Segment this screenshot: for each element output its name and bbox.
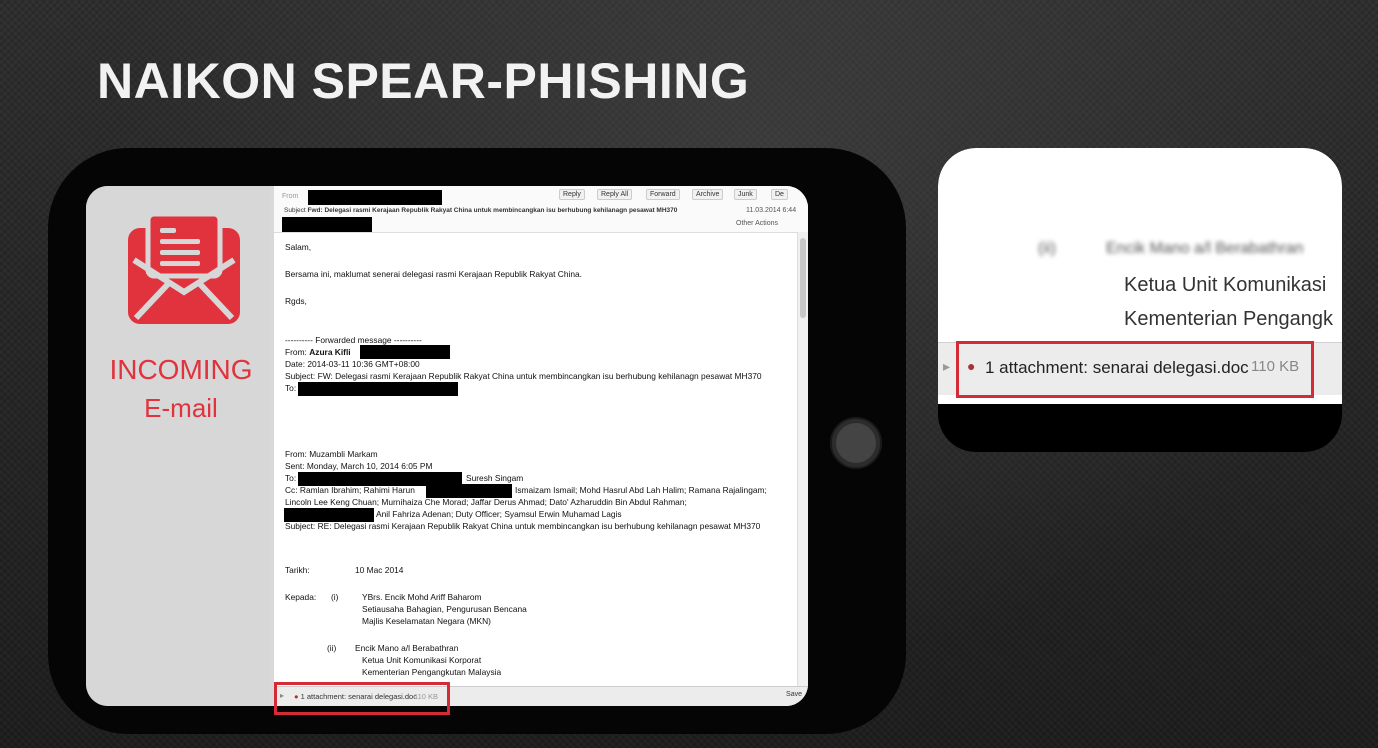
subject2: Subject: RE: Delegasi rasmi Kerajaan Rep… [285, 521, 761, 531]
zoom-blur-name: Encik Mano a/l Berabathran [1106, 240, 1304, 257]
reply-all-button[interactable]: Reply All [597, 189, 633, 200]
scrollbar-thumb[interactable] [800, 238, 806, 318]
item-i-org: Majlis Keselamatan Negara (MKN) [362, 616, 491, 626]
attachment-highlight-large [956, 341, 1314, 398]
fwd-date: Date: 2014-03-11 10:36 GMT+08:00 [285, 359, 420, 369]
incoming-label: INCOMING [109, 354, 253, 385]
junk-button[interactable]: Junk [734, 189, 757, 200]
forwarded-header: ---------- Forwarded message ---------- [285, 335, 422, 345]
subject-line: Subject Fwd: Delegasi rasmi Kerajaan Rep… [284, 207, 677, 214]
save-button[interactable]: Save [786, 691, 802, 698]
subject-text: Fwd: Delegasi rasmi Kerajaan Republik Ra… [307, 207, 678, 214]
cc-line-a: Cc: Ramlan Ibrahim; Rahimi Harun [285, 485, 415, 495]
fwd-from: From: Azura Kifli [285, 347, 351, 357]
email-client: From Reply Reply All Forward Archive Jun… [274, 186, 808, 706]
slide-title: NAIKON SPEAR-PHISHING [97, 53, 750, 109]
item-ii-name: Encik Mano a/l Berabathran [355, 643, 459, 653]
email-header: From Reply Reply All Forward Archive Jun… [274, 186, 808, 233]
body-line: Bersama ini, maklumat senerai delegasi r… [285, 269, 582, 279]
scrollbar[interactable] [797, 232, 808, 686]
fwd-subject: Subject: FW: Delegasi rasmi Kerajaan Rep… [285, 371, 762, 381]
attachment-highlight-small [274, 682, 450, 715]
regards: Rgds, [285, 296, 307, 306]
tarikh-label: Tarikh: [285, 565, 310, 575]
from2: From: Muzambli Markam [285, 449, 378, 459]
redacted-email [360, 345, 450, 359]
email-label: E-mail [144, 393, 218, 423]
zoom-panel: (ii) Encik Mano a/l Berabathran Ketua Un… [938, 148, 1342, 452]
archive-button[interactable]: Archive [692, 189, 724, 200]
kepada-label: Kepada: [285, 592, 317, 602]
tarikh-value: 10 Mac 2014 [355, 565, 404, 575]
other-actions-button[interactable]: Other Actions [736, 220, 778, 227]
reply-button[interactable]: Reply [559, 189, 585, 200]
redacted-cc2 [284, 508, 374, 522]
incoming-email-panel: INCOMING E-mail [86, 186, 270, 706]
zoom-expand-arrow-icon[interactable]: ▸ [943, 358, 950, 375]
zoom-blur-item: (ii) [1038, 240, 1056, 257]
forward-button[interactable]: Forward [646, 189, 680, 200]
item-ii-org: Kementerian Pengangkutan Malaysia [362, 667, 502, 677]
redacted-cc [426, 484, 512, 498]
item-i-role: Setiausaha Bahagian, Pengurusan Bencana [362, 604, 527, 614]
zoom-line1: Ketua Unit Komunikasi [1124, 274, 1327, 296]
fwd-from-name: Azura Kifli [309, 347, 351, 357]
tablet-screen: INCOMING E-mail From Reply Reply All For… [86, 186, 808, 706]
redacted-recipient [282, 217, 372, 232]
redacted-sender [308, 190, 442, 205]
fwd-to: To: [285, 383, 297, 393]
zoom-line2: Kementerian Pengangk [1124, 308, 1334, 330]
tablet-home-button[interactable] [830, 417, 882, 469]
cc-line-b: Ismaizam Ismail; Mohd Hasrul Abd Lah Hal… [515, 485, 767, 495]
sent2: Sent: Monday, March 10, 2014 6:05 PM [285, 461, 433, 471]
delete-button[interactable]: De [771, 189, 788, 200]
redacted-to [298, 382, 458, 396]
to2-name: Suresh Singam [466, 473, 524, 483]
item-i-label: (i) [331, 592, 339, 602]
email-date: 11.03.2014 6:44 [746, 207, 797, 214]
from-label: From [282, 193, 299, 200]
open-envelope-icon [128, 214, 240, 324]
subject-label: Subject [284, 207, 306, 214]
greeting: Salam, [285, 242, 312, 252]
item-ii-label: (ii) [327, 643, 337, 653]
to2-label: To: [285, 473, 297, 483]
item-i-name: YBrs. Encik Mohd Ariff Baharom [362, 592, 482, 602]
fwd-from-label: From: [285, 347, 307, 357]
cc-line2: Lincoln Lee Keng Chuan; Murnihaiza Che M… [285, 497, 687, 507]
cc-line3: Anil Fahriza Adenan; Duty Officer; Syams… [376, 509, 622, 519]
item-ii-role: Ketua Unit Komunikasi Korporat [362, 655, 482, 665]
